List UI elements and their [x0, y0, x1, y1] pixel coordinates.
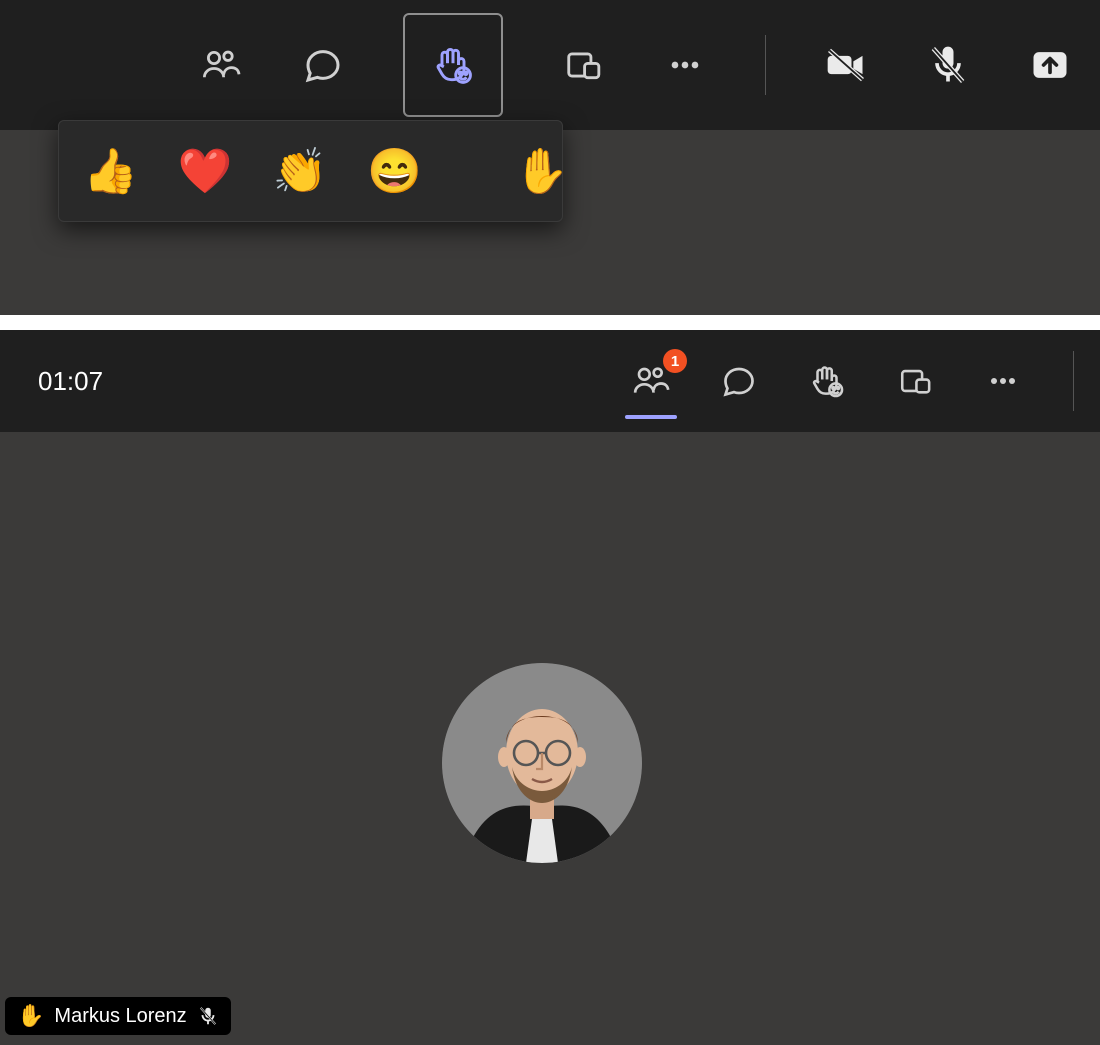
call-toolbar-controls: 1	[629, 351, 1074, 411]
reaction-heart[interactable]: ❤️	[178, 145, 233, 197]
chat-button-2[interactable]	[717, 359, 761, 403]
rooms-icon	[898, 364, 932, 398]
panel-call: 01:07 1	[0, 330, 1100, 1045]
rooms-button-2[interactable]	[893, 359, 937, 403]
panel-top: 👍 ❤️ 👏 😄 ✋	[0, 0, 1100, 315]
react-hand-icon	[431, 43, 475, 87]
mic-toggle-button[interactable]	[926, 43, 970, 87]
video-stage: ✋ Markus Lorenz	[0, 432, 1100, 1045]
share-button[interactable]	[1028, 43, 1072, 87]
camera-toggle-button[interactable]	[824, 43, 868, 87]
people-active-underline	[625, 415, 677, 419]
people-button[interactable]	[199, 43, 243, 87]
reaction-like[interactable]: 👍	[83, 145, 138, 197]
chat-icon	[303, 45, 343, 85]
participant-name-plate: ✋ Markus Lorenz	[5, 997, 231, 1035]
toolbar-top-controls	[199, 13, 1072, 117]
call-toolbar: 01:07 1	[0, 330, 1100, 432]
more-icon	[985, 363, 1021, 399]
reaction-laugh[interactable]: 😄	[367, 145, 422, 197]
rooms-button[interactable]	[561, 43, 605, 87]
mic-off-icon	[926, 43, 970, 87]
react-hand-icon	[808, 362, 846, 400]
react-button-2[interactable]	[805, 359, 849, 403]
people-icon	[200, 44, 242, 86]
reactions-popup: 👍 ❤️ 👏 😄 ✋	[58, 120, 563, 222]
call-toolbar-divider	[1073, 351, 1074, 411]
people-badge: 1	[663, 349, 687, 373]
people-button-2[interactable]: 1	[629, 359, 673, 403]
react-button-active-frame	[403, 13, 503, 117]
rooms-icon	[564, 46, 602, 84]
more-icon	[665, 45, 705, 85]
camera-off-icon	[824, 43, 868, 87]
toolbar-divider	[765, 35, 766, 95]
react-button[interactable]	[431, 43, 475, 87]
participant-name-label: Markus Lorenz	[54, 1005, 186, 1028]
mic-off-icon	[197, 1005, 219, 1027]
participant-avatar	[442, 663, 642, 863]
meeting-toolbar-top	[0, 0, 1100, 130]
more-button[interactable]	[663, 43, 707, 87]
share-screen-icon	[1028, 43, 1072, 87]
chat-button[interactable]	[301, 43, 345, 87]
more-button-2[interactable]	[981, 359, 1025, 403]
panel-divider	[0, 315, 1100, 330]
raise-hand-button[interactable]: ✋	[514, 145, 569, 197]
raised-hand-indicator-icon: ✋	[17, 1003, 44, 1029]
chat-icon	[721, 363, 757, 399]
reaction-applause[interactable]: 👏	[273, 145, 328, 197]
call-duration: 01:07	[38, 366, 103, 397]
